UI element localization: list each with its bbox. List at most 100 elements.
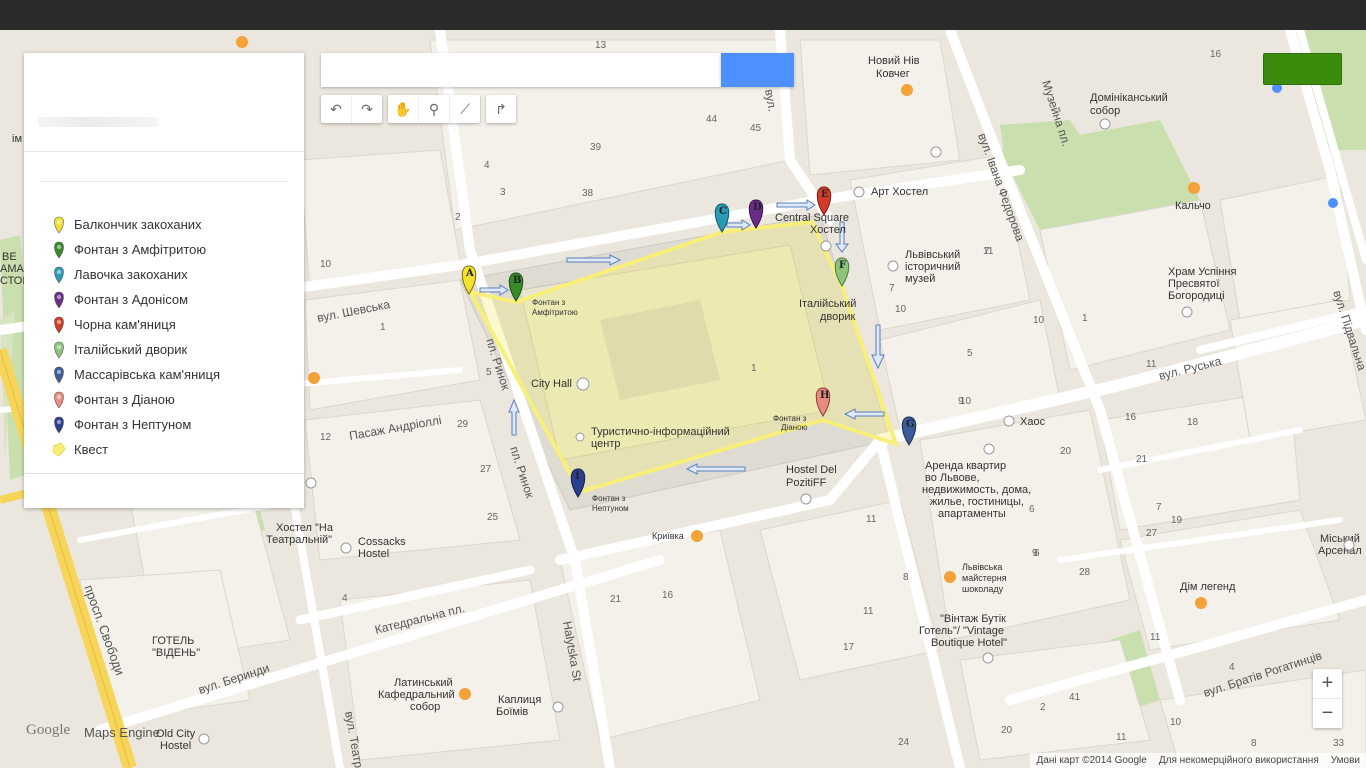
layer-item[interactable]: Фонтан з Нептуном [24,412,304,437]
svg-text:I: I [575,471,580,482]
restaurant-icon [459,688,471,700]
svg-text:E: E [821,189,829,200]
directions-icon[interactable]: ↱ [486,95,516,123]
layer-item[interactable]: Чорна кам'яниця [24,312,304,337]
city-hall-icon [576,377,590,391]
hotel-icon [982,652,994,664]
house-number: 41 [1069,692,1081,703]
layer-item[interactable]: Фонтан з Амфітритою [24,237,304,262]
browser-top-bar [0,0,1366,30]
house-number: 33 [1333,738,1345,749]
restaurant-icon [1195,597,1207,609]
label-arsenal-2: Арсенал [1318,545,1362,557]
restaurant-icon [691,530,703,542]
house-number: 8 [1251,738,1257,749]
map-title-blurred [38,117,158,127]
house-number: 8 [903,572,909,583]
label-city-hall: City Hall [531,378,572,390]
museum-icon [1343,539,1355,551]
hotel-icon [340,542,352,554]
undo-icon[interactable]: ↶ [321,95,352,123]
house-number: 7 [889,283,895,294]
label-viden-1: ГОТЕЛЬ [152,635,194,647]
layer-item[interactable]: Балкончик закоханих [24,212,304,237]
hotel-icon [305,477,317,489]
layer-item[interactable]: Фонтан з Адонісом [24,287,304,312]
label-dominican-2: собор [1090,105,1120,117]
label-tourist-1: Туристично-інформаційний [591,426,730,438]
house-number: 13 [595,40,607,51]
share-button[interactable] [1263,53,1342,85]
label-latin-3: собор [410,701,440,713]
label-dominican-1: Домініканський [1090,92,1168,104]
house-number: 4 [1229,662,1235,673]
cafe-icon [901,84,913,96]
label-legend: Дім легенд [1180,581,1236,593]
label-left-cut-1: ВЕ [2,251,17,263]
map-footer: Дані карт ©2014 Google Для некомерційног… [1030,753,1366,768]
house-number: 1 [1082,313,1088,324]
search-button[interactable] [721,53,794,87]
house-number: 10 [1170,717,1182,728]
label-vintage-1: "Вінтаж Бутік [940,613,1006,625]
house-number: 6 [1029,504,1035,515]
house-number: 2 [1040,702,1046,713]
layer-item[interactable]: Квест [24,437,304,462]
zoom-in-button[interactable]: + [1313,669,1342,699]
house-number: 2 [455,212,461,223]
house-number: 11 [1146,359,1157,370]
google-logo: Google [26,722,71,738]
hand-icon[interactable]: ✋ [388,95,419,123]
house-number: 25 [487,512,499,523]
label-boim-1: Каплиця [498,694,541,706]
marker-icon[interactable]: ⚲ [419,95,450,123]
svg-text:G: G [906,419,915,430]
panel-header [24,53,304,152]
pin-marker-icon [54,266,64,284]
hotel-icon [800,493,812,505]
pin-marker-icon [54,291,64,309]
label-viden-2: "ВІДЕНЬ" [152,647,200,659]
pin-marker-icon [54,391,64,409]
house-number: 27 [480,464,492,475]
label-cossacks-1: Cossacks [358,536,406,548]
info-icon [575,432,585,442]
panel-bottom-divider [24,473,304,474]
house-number: 11 [863,606,874,617]
label-teatralnyi-2: Театральній" [266,534,332,546]
house-number: 10 [320,259,332,270]
pin-marker-icon [54,341,64,359]
cafe-icon [308,372,320,384]
zoom-out-button[interactable]: − [1313,699,1342,728]
restaurant-icon [236,36,248,48]
house-number: 17 [843,642,855,653]
house-number: 4 [342,593,348,604]
label-uspinnia-1: Храм Успіння [1168,266,1236,278]
house-number: 10 [960,396,972,407]
house-number: 3 [500,187,506,198]
museum-icon [887,260,899,272]
layer-item[interactable]: Італійський дворик [24,337,304,362]
draw-line-icon[interactable]: ⟋ [450,95,480,123]
layer-item[interactable]: Массарівська кам'яниця [24,362,304,387]
layer-item-label: Фонтан з Амфітритою [74,242,207,257]
redo-icon[interactable]: ↷ [352,95,382,123]
search-input[interactable] [321,53,721,87]
layer-item-label: Чорна кам'яниця [74,317,176,332]
house-number: 21 [610,594,622,605]
layer-item[interactable]: Фонтан з Діаною [24,387,304,412]
pin-marker-icon [54,216,64,234]
layer-item-label: Фонтан з Діаною [74,392,175,407]
house-number: 12 [320,432,332,443]
noncommercial-link[interactable]: Для некомерційного використання [1159,755,1319,766]
layer-item[interactable]: Лавочка закоханих [24,262,304,287]
house-number: 10 [1033,315,1045,326]
polygon-icon [52,441,66,457]
maps-engine-label: Maps Engine [84,725,160,740]
house-number: 18 [1187,417,1199,428]
terms-link[interactable]: Умови [1331,755,1360,766]
label-boim-2: Боїмів [496,706,528,718]
map-data-credit: Дані карт ©2014 Google [1036,755,1147,766]
layer-item-label: Фонтан з Адонісом [74,292,189,307]
house-number: 39 [590,142,602,153]
